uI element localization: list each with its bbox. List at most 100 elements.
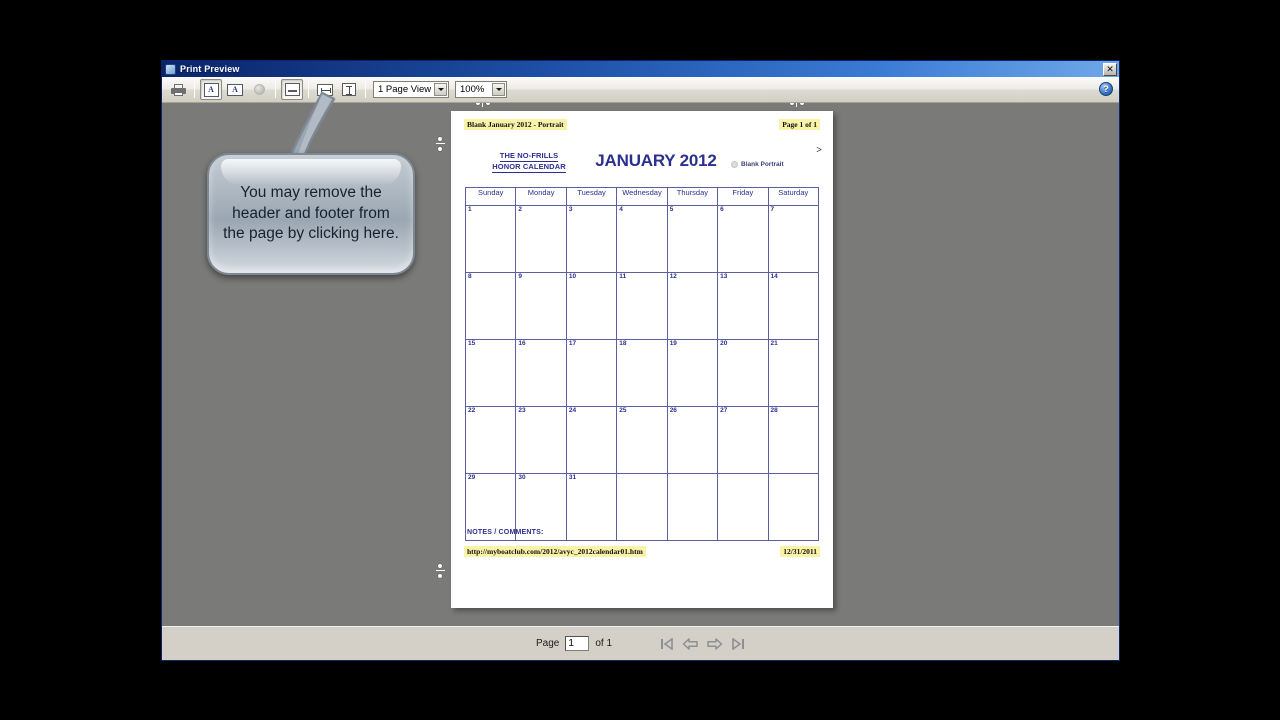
vertical-margins-button[interactable] [338,79,360,100]
calendar-day-cell[interactable]: 12 [666,272,719,340]
calendar-day-cell[interactable]: 3 [565,205,618,273]
calendar-week-row: 22 23 24 25 26 27 28 [464,406,820,474]
day-header: Saturday [767,187,820,206]
page-label: Page [535,638,560,649]
calendar-day-cell[interactable]: 28 [767,406,820,474]
zoom-select[interactable]: 100% [455,81,507,98]
left-bottom-margin-handle[interactable] [436,563,445,579]
day-header: Tuesday [565,187,618,206]
page-footer-right: 12/31/2011 [780,546,820,557]
day-number: 19 [669,340,677,347]
day-number: 17 [568,340,577,347]
day-number: 9 [518,273,523,280]
calendar-day-cell[interactable]: 8 [464,272,517,340]
calendar-day-cell[interactable] [666,473,719,541]
day-number: 6 [720,206,724,213]
calendar-day-cell[interactable]: 23 [515,406,567,474]
page-footer-left: http://myboatclub.com/2012/avyc_2012cale… [464,546,646,557]
page-portrait-icon: A [203,82,219,97]
page-landscape-icon: A [227,83,243,96]
calendar-day-cell[interactable]: 14 [767,272,820,340]
calendar-day-cell[interactable]: 16 [515,339,567,407]
calendar-day-cell[interactable]: 2 [515,205,567,273]
page-view-select[interactable]: 1 Page View [373,81,449,98]
day-number: 30 [518,474,526,481]
day-number: 13 [720,273,728,280]
calendar-day-cell[interactable]: 11 [616,272,668,340]
calendar-day-cell[interactable]: 9 [515,272,567,340]
calendar-day-cell[interactable] [717,473,769,541]
calendar-week-row: 1 2 3 4 5 6 7 [464,205,820,273]
help-icon[interactable]: ? [1099,82,1113,96]
toolbar-separator [365,81,366,98]
calendar-day-cell[interactable]: 6 [717,205,769,273]
statusbar: Page of 1 [162,626,1119,660]
margin-vertical-icon [342,83,356,96]
calendar-grid: Sunday Monday Tuesday Wednesday Thursday… [464,187,820,541]
day-number: 22 [468,407,476,414]
page-header-right: Page 1 of 1 [779,119,820,130]
calendar-day-cell[interactable]: 25 [616,406,668,474]
calendar-day-cell[interactable]: 27 [717,406,769,474]
day-number: 23 [518,407,526,414]
close-icon[interactable]: ✕ [1103,62,1117,76]
day-number: 12 [669,273,677,280]
top-left-margin-handle[interactable] [475,103,491,107]
brand-line-2: HONOR CALENDAR [492,162,566,174]
previous-page-button[interactable] [682,637,698,650]
next-arrow-icon[interactable]: > [816,145,822,156]
calendar-day-cell[interactable]: 18 [616,339,668,407]
next-page-button[interactable] [707,637,723,650]
portrait-button[interactable]: A [200,79,222,100]
day-number: 20 [720,340,728,347]
day-number: 2 [518,206,523,213]
calendar-day-cell[interactable]: 7 [767,205,820,273]
calendar-day-cell[interactable]: 5 [666,205,719,273]
day-number: 26 [669,407,677,414]
page-header-row: Blank January 2012 - Portrait Page 1 of … [464,119,820,130]
calendar-day-cell[interactable]: 15 [464,339,517,407]
day-number: 11 [619,273,627,280]
last-page-button[interactable] [732,637,745,650]
day-number: 29 [468,474,476,481]
day-number: 16 [518,340,526,347]
app-icon [165,63,176,75]
day-header: Monday [515,187,567,206]
zoom-value: 100% [460,84,485,95]
calendar-day-cell[interactable] [616,473,668,541]
day-number: 3 [568,206,573,213]
left-top-margin-handle[interactable] [436,136,445,152]
calendar-day-cell[interactable]: 26 [666,406,719,474]
page-setup-button[interactable] [248,79,270,100]
calendar-week-row: 15 16 17 18 19 20 21 [464,339,820,407]
calendar-day-cell[interactable]: 17 [565,339,618,407]
day-header: Sunday [464,187,517,206]
day-number: 5 [669,206,674,213]
calendar-day-cell[interactable]: 20 [717,339,769,407]
chevron-down-icon[interactable] [492,83,505,96]
calendar-day-cell[interactable] [767,473,820,541]
day-number: 4 [619,206,623,213]
calendar-day-cell[interactable]: 19 [666,339,719,407]
day-header: Friday [717,187,769,206]
calendar-day-cell[interactable]: 13 [717,272,769,340]
calendar-day-cell[interactable]: 4 [616,205,668,273]
landscape-button[interactable]: A [224,79,246,100]
top-right-margin-handle[interactable] [789,103,805,107]
calendar-day-cell[interactable]: 1 [464,205,517,273]
first-page-button[interactable] [660,637,673,650]
day-number: 18 [619,340,627,347]
calendar-day-cell[interactable]: 10 [565,272,618,340]
bullet-icon [731,161,738,168]
print-button[interactable] [167,79,189,100]
calendar-day-cell[interactable]: 21 [767,339,820,407]
chevron-down-icon[interactable] [434,83,447,96]
page-footer-row: http://myboatclub.com/2012/avyc_2012cale… [464,546,820,557]
calendar-day-cell[interactable]: 31 [565,473,618,541]
calendar-day-cell[interactable]: 24 [565,406,618,474]
page-number-input[interactable] [565,636,590,651]
instruction-callout: You may remove the header and footer fro… [207,153,415,275]
callout-text: You may remove the header and footer fro… [223,184,399,243]
calendar-day-cell[interactable]: 22 [464,406,517,474]
day-number [769,474,818,475]
